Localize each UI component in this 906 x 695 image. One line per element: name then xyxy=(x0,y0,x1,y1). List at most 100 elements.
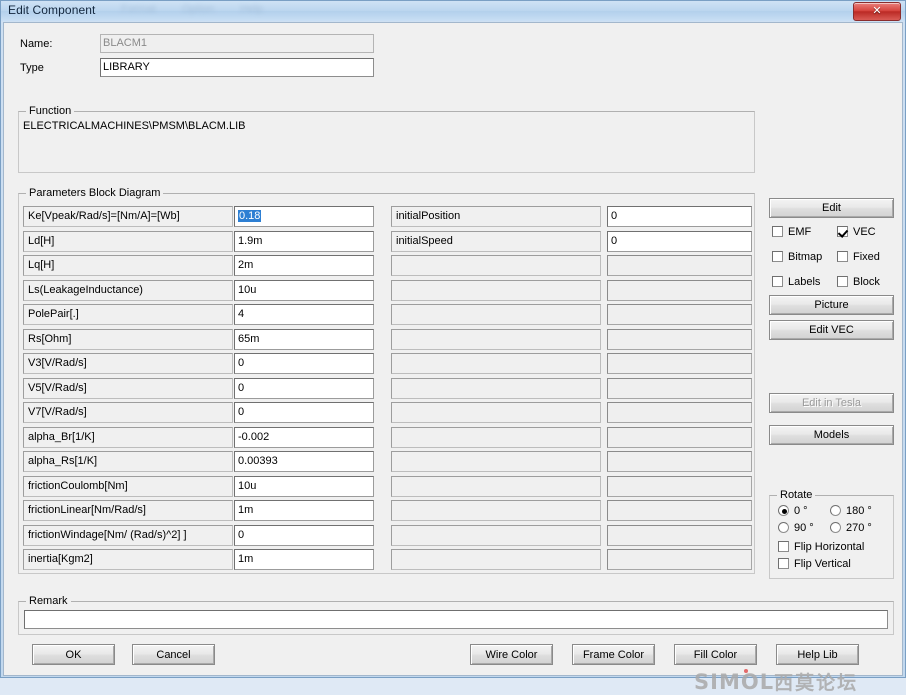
radio-rotate-0-label: 0 ° xyxy=(794,505,808,517)
parameter-label-right-5 xyxy=(391,328,601,350)
type-field[interactable]: LIBRARY xyxy=(100,58,374,77)
models-button[interactable]: Models xyxy=(769,425,894,445)
edit-component-window: Format Option Help Edit Component ✕ Name: … xyxy=(0,0,906,694)
fill-color-button[interactable]: Fill Color xyxy=(674,644,757,665)
checkbox-flip-vertical[interactable]: Flip Vertical xyxy=(778,558,851,570)
background-menu-ghost: Format Option Help xyxy=(121,3,289,15)
parameter-label-left-12: frictionLinear[Nm/Rad/s] xyxy=(23,500,233,521)
checkbox-bitmap-label: Bitmap xyxy=(788,251,823,263)
wire-color-button[interactable]: Wire Color xyxy=(470,644,553,665)
checkbox-labels[interactable]: Labels xyxy=(772,276,820,288)
checkbox-flip-horizontal[interactable]: Flip Horizontal xyxy=(778,541,864,553)
checkbox-flip-vertical-box xyxy=(778,558,789,569)
parameter-value-right-11 xyxy=(607,475,752,497)
checkbox-fixed-box xyxy=(837,251,848,262)
parameter-label-left-3: Ls(LeakageInductance) xyxy=(23,279,233,301)
checkbox-flip-vertical-label: Flip Vertical xyxy=(794,558,851,570)
close-button[interactable]: ✕ xyxy=(853,2,901,21)
parameter-label-left-6: V3[V/Rad/s] xyxy=(23,353,233,374)
function-group: Function ELECTRICALMACHINES\PMSM\BLACM.L… xyxy=(18,105,755,173)
remark-group: Remark xyxy=(18,595,894,635)
parameter-label-left-10: alpha_Rs[1/K] xyxy=(23,451,233,472)
parameter-label-left-5: Rs[Ohm] xyxy=(23,328,233,350)
parameter-value-right-0[interactable]: 0 xyxy=(607,206,752,227)
radio-rotate-0[interactable]: 0 ° xyxy=(778,505,808,517)
parameter-value-left-7[interactable]: 0 xyxy=(234,377,374,399)
checkbox-fixed-label: Fixed xyxy=(853,251,880,263)
parameter-label-right-8 xyxy=(391,402,601,423)
parameter-value-left-5[interactable]: 65m xyxy=(234,328,374,350)
checkbox-bitmap[interactable]: Bitmap xyxy=(772,251,822,263)
parameter-value-right-8 xyxy=(607,402,752,423)
parameter-label-left-11: frictionCoulomb[Nm] xyxy=(23,475,233,497)
parameter-value-left-4[interactable]: 4 xyxy=(234,304,374,325)
parameter-label-right-3 xyxy=(391,279,601,301)
help-lib-button[interactable]: Help Lib xyxy=(776,644,859,665)
radio-rotate-90[interactable]: 90 ° xyxy=(778,522,814,534)
checkbox-vec-box xyxy=(837,226,848,237)
checkbox-block-box xyxy=(837,276,848,287)
edit-button[interactable]: Edit xyxy=(769,198,894,218)
parameter-value-left-6[interactable]: 0 xyxy=(234,353,374,374)
parameter-value-selection: 0.18 xyxy=(238,210,262,222)
parameter-value-right-5 xyxy=(607,328,752,350)
function-path: ELECTRICALMACHINES\PMSM\BLACM.LIB xyxy=(23,120,246,132)
radio-rotate-270[interactable]: 270 ° xyxy=(830,522,872,534)
parameter-label-right-6 xyxy=(391,353,601,374)
parameter-label-right-0: initialPosition xyxy=(391,206,601,227)
parameter-label-right-1: initialSpeed xyxy=(391,230,601,252)
parameter-value-left-11[interactable]: 10u xyxy=(234,475,374,497)
rotate-group-title: Rotate xyxy=(777,489,816,501)
checkbox-flip-horizontal-label: Flip Horizontal xyxy=(794,541,865,553)
checkbox-bitmap-box xyxy=(772,251,783,262)
parameter-label-left-8: V7[V/Rad/s] xyxy=(23,402,233,423)
window-title: Edit Component xyxy=(8,3,96,17)
parameter-value-left-8[interactable]: 0 xyxy=(234,402,374,423)
watermark-cjk: 西莫论坛 xyxy=(774,672,859,694)
function-group-title: Function xyxy=(26,105,75,117)
radio-rotate-180[interactable]: 180 ° xyxy=(830,505,872,517)
parameter-value-right-12 xyxy=(607,500,752,521)
checkbox-labels-box xyxy=(772,276,783,287)
checkbox-vec[interactable]: VEC xyxy=(837,226,876,238)
parameters-group-title: Parameters Block Diagram xyxy=(26,187,164,199)
frame-color-button[interactable]: Frame Color xyxy=(572,644,655,665)
parameter-value-left-0[interactable]: 0.18 xyxy=(234,206,374,227)
name-label: Name: xyxy=(20,38,53,50)
parameter-value-left-3[interactable]: 10u xyxy=(234,279,374,301)
parameter-label-right-7 xyxy=(391,377,601,399)
ghost-menu-item-2: Help xyxy=(240,3,263,15)
ok-button[interactable]: OK xyxy=(32,644,115,665)
watermark-dot xyxy=(744,669,748,673)
parameter-value-right-13 xyxy=(607,524,752,546)
edit-vec-button[interactable]: Edit VEC xyxy=(769,320,894,340)
cancel-button[interactable]: Cancel xyxy=(132,644,215,665)
checkbox-vec-label: VEC xyxy=(853,226,876,238)
name-field[interactable]: BLACM1 xyxy=(100,34,374,53)
picture-button[interactable]: Picture xyxy=(769,295,894,315)
parameter-value-right-4 xyxy=(607,304,752,325)
checkbox-block[interactable]: Block xyxy=(837,276,880,288)
checkbox-emf[interactable]: EMF xyxy=(772,226,811,238)
parameter-label-left-4: PolePair[.] xyxy=(23,304,233,325)
parameter-label-right-10 xyxy=(391,451,601,472)
remark-input[interactable] xyxy=(24,610,888,629)
parameter-value-right-6 xyxy=(607,353,752,374)
parameter-value-right-1[interactable]: 0 xyxy=(607,230,752,252)
parameter-value-left-2[interactable]: 2m xyxy=(234,255,374,276)
parameter-value-right-3 xyxy=(607,279,752,301)
parameter-value-left-14[interactable]: 1m xyxy=(234,549,374,570)
parameter-value-left-12[interactable]: 1m xyxy=(234,500,374,521)
parameter-value-left-10[interactable]: 0.00393 xyxy=(234,451,374,472)
parameter-label-left-9: alpha_Br[1/K] xyxy=(23,426,233,448)
title-bar: Format Option Help Edit Component ✕ xyxy=(1,1,905,21)
radio-rotate-90-circle xyxy=(778,522,789,533)
radio-rotate-180-circle xyxy=(830,505,841,516)
parameter-value-left-1[interactable]: 1.9m xyxy=(234,230,374,252)
parameter-value-left-9[interactable]: -0.002 xyxy=(234,426,374,448)
dialog-client-area: Name: BLACM1 Type LIBRARY Function ELECT… xyxy=(3,22,903,694)
checkbox-fixed[interactable]: Fixed xyxy=(837,251,880,263)
edit-in-tesla-button: Edit in Tesla xyxy=(769,393,894,413)
radio-rotate-270-label: 270 ° xyxy=(846,522,872,534)
parameter-value-left-13[interactable]: 0 xyxy=(234,524,374,546)
